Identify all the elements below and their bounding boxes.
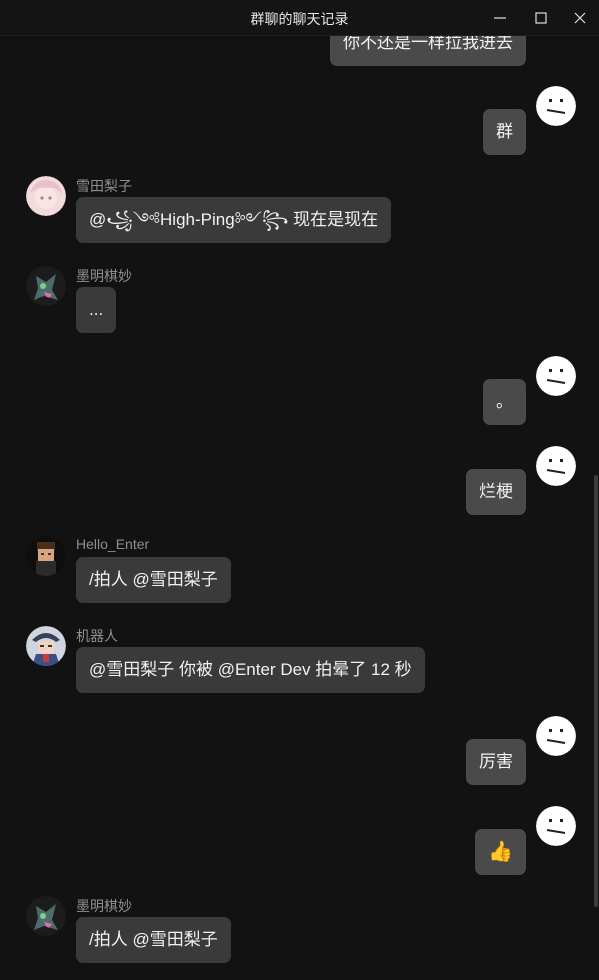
dark-character-avatar-icon (26, 896, 66, 936)
robot-character-avatar-icon (26, 626, 66, 666)
meh-face-icon (536, 86, 576, 126)
title-bar[interactable]: 群聊的聊天记录 (0, 0, 599, 36)
meh-face-icon (536, 806, 576, 846)
message-bubble[interactable]: 厉害 (466, 739, 526, 785)
dark-character-avatar-icon (26, 266, 66, 306)
thumbs-up-icon: 👍 (488, 841, 513, 863)
pixel-character-avatar-icon (26, 536, 66, 576)
sender-name: 墨明棋妙 (76, 898, 132, 914)
sender-name: 机器人 (76, 628, 118, 644)
self-avatar[interactable] (536, 86, 576, 126)
user-avatar[interactable] (26, 536, 66, 576)
sender-name: 雪田梨子 (76, 178, 132, 194)
sender-name: 墨明棋妙 (76, 268, 132, 284)
close-icon (574, 12, 586, 24)
message-bubble[interactable]: 👍 (475, 829, 526, 875)
minimize-icon (494, 17, 506, 19)
meh-face-icon (536, 356, 576, 396)
user-avatar[interactable] (26, 266, 66, 306)
maximize-button[interactable] (531, 8, 551, 28)
scrollbar-thumb[interactable] (594, 475, 598, 907)
message-bubble[interactable]: ... (76, 287, 117, 333)
message-bubble[interactable]: /拍人 @雪田梨子 (76, 557, 231, 603)
self-avatar[interactable] (536, 356, 576, 396)
maximize-icon (535, 12, 547, 24)
chat-history-window: 你不还是一样拉我进去 群 雪田梨子 @꧁༺High-Ping༻꧂ 现在是现在 墨… (0, 0, 599, 980)
message-list[interactable]: 你不还是一样拉我进去 群 雪田梨子 @꧁༺High-Ping༻꧂ 现在是现在 墨… (0, 0, 599, 980)
user-avatar[interactable] (26, 176, 66, 216)
meh-face-icon (536, 446, 576, 486)
message-bubble[interactable]: @雪田梨子 你被 @Enter Dev 拍晕了 12 秒 (76, 647, 425, 693)
message-bubble[interactable]: /拍人 @雪田梨子 (76, 917, 231, 963)
user-avatar[interactable] (26, 896, 66, 936)
message-bubble[interactable]: 。 (483, 379, 526, 425)
minimize-button[interactable] (490, 8, 510, 28)
anime-girl-avatar-icon (26, 176, 66, 216)
sender-name: Hello_Enter (76, 536, 150, 552)
message-bubble[interactable]: 群 (483, 109, 526, 155)
bot-avatar[interactable] (26, 626, 66, 666)
close-button[interactable] (570, 8, 590, 28)
self-avatar[interactable] (536, 446, 576, 486)
self-avatar[interactable] (536, 806, 576, 846)
self-avatar[interactable] (536, 716, 576, 756)
message-bubble[interactable]: 烂梗 (466, 469, 526, 515)
meh-face-icon (536, 716, 576, 756)
message-bubble[interactable]: @꧁༺High-Ping༻꧂ 现在是现在 (76, 197, 392, 243)
